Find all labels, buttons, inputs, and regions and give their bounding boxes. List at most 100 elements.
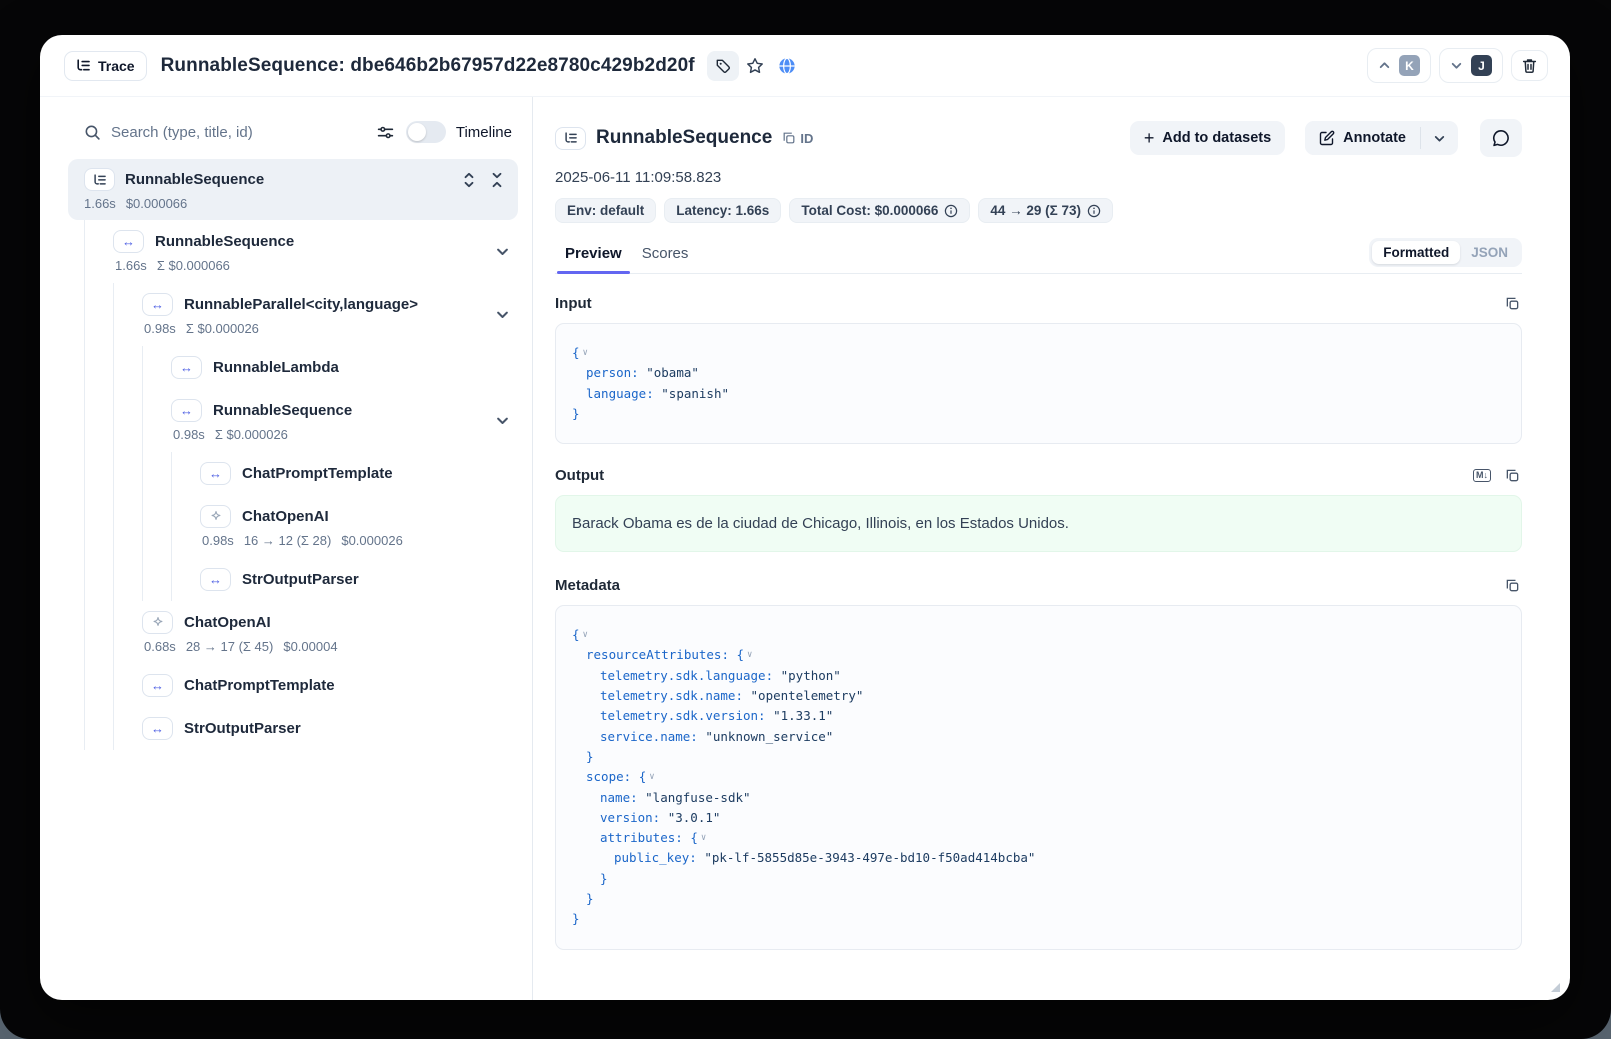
indent-guide [142, 495, 171, 558]
indent-guide [84, 389, 113, 452]
collapse-caret-icon[interactable]: ∨ [580, 348, 588, 358]
tree-node-row[interactable]: ↔ RunnableParallel<city,language> 0.98s Σ $… [68, 283, 518, 346]
public-share-button[interactable] [771, 51, 803, 81]
collapse-node-button[interactable] [491, 303, 514, 326]
pencil-square-icon [1319, 130, 1335, 146]
indent-guide [84, 220, 113, 283]
tree-node-row[interactable]: ↔ChatPromptTemplate [68, 664, 518, 707]
node-cost: $0.000026 [341, 533, 402, 548]
add-to-datasets-button[interactable]: + Add to datasets [1130, 121, 1285, 155]
unfold-vertical-icon [462, 172, 476, 188]
indent-guide [113, 664, 142, 707]
node-cost: $0.00004 [283, 639, 337, 654]
node-tokens: 28 → 17 (Σ 45) [186, 639, 274, 654]
next-trace-button[interactable]: J [1439, 48, 1503, 83]
info-icon[interactable] [944, 204, 958, 218]
search-icon [84, 124, 101, 141]
input-json-viewer: {∨person: "obama"language: "spanish"} [555, 323, 1522, 444]
tree-node-row[interactable]: ChatOpenAI0.68s28 → 17 (Σ 45)$0.00004 [68, 601, 518, 664]
tab-scores[interactable]: Scores [632, 237, 699, 273]
node-latency: 0.98s [202, 533, 234, 548]
indent-guide [113, 601, 142, 664]
metadata-section-title: Metadata [555, 577, 620, 594]
timeline-toggle[interactable] [406, 121, 446, 143]
observation-detail-panel: RunnableSequence ID + Add to datasets [533, 97, 1570, 1000]
collapse-caret-icon[interactable]: ∨ [744, 650, 752, 660]
collapse-caret-icon[interactable]: ∨ [698, 833, 706, 843]
metrics-badges: Env: default Latency: 1.66s Total Cost: … [555, 198, 1522, 223]
format-toggle: Formatted JSON [1369, 238, 1522, 267]
span-icon: ↔ [200, 462, 231, 485]
format-json-option[interactable]: JSON [1460, 241, 1519, 264]
tree-node-row[interactable]: ↔RunnableLambda [68, 346, 518, 389]
indent-guide [142, 452, 171, 495]
indent-guide [113, 346, 142, 389]
tree-node-row[interactable]: ↔RunnableSequence1.66sΣ $0.000066 [68, 220, 518, 283]
tree-node-label: RunnableParallel<city,language> [184, 296, 418, 313]
collapse-node-button[interactable] [491, 240, 514, 263]
search-input[interactable] [111, 124, 365, 141]
collapse-caret-icon[interactable]: ∨ [580, 630, 588, 640]
shortcut-key-j: J [1471, 55, 1492, 76]
tree-root-row[interactable]: RunnableSequence 1.6 [68, 159, 518, 220]
env-badge: Env: default [555, 198, 656, 223]
tree-node-label: StrOutputParser [184, 720, 301, 737]
delete-trace-button[interactable] [1511, 50, 1548, 81]
tags-button[interactable] [707, 51, 739, 81]
tree-list-icon [76, 59, 91, 72]
indent-guide [113, 452, 142, 495]
info-icon[interactable] [1087, 204, 1101, 218]
fold-vertical-icon [490, 172, 504, 188]
observation-tree-icon [555, 127, 586, 150]
copy-icon [1505, 468, 1520, 483]
span-icon: ↔ [113, 230, 144, 253]
tree-node-row[interactable]: ↔RunnableSequence0.98sΣ $0.000026 [68, 389, 518, 452]
token-usage-badge: 44 → 29 (Σ 73) [978, 198, 1113, 223]
annotate-button[interactable]: Annotate [1305, 121, 1420, 155]
tree-node-row[interactable]: ChatOpenAI0.98s16 → 12 (Σ 28)$0.000026 [68, 495, 518, 558]
span-icon: ↔ [142, 293, 173, 316]
filter-settings-button[interactable] [375, 122, 396, 143]
trace-badge-label: Trace [98, 58, 135, 74]
node-latency: 1.66s [115, 258, 147, 273]
indent-guide [113, 558, 142, 601]
tab-preview[interactable]: Preview [555, 237, 632, 273]
indent-guide [142, 389, 171, 452]
tree-node-row[interactable]: ↔StrOutputParser [68, 707, 518, 750]
copy-id-button[interactable]: ID [782, 131, 813, 146]
chevron-down-icon [1450, 59, 1463, 72]
collapse-all-button[interactable] [488, 170, 506, 190]
prev-trace-button[interactable]: K [1367, 48, 1431, 83]
copy-output-button[interactable] [1503, 466, 1522, 485]
tree-root-label: RunnableSequence [125, 171, 450, 188]
tree-node-label: RunnableSequence [155, 233, 294, 250]
observation-title: RunnableSequence [596, 127, 772, 149]
collapse-node-button[interactable] [491, 409, 514, 432]
root-latency: 1.66s [84, 196, 116, 211]
tree-node-label: RunnableLambda [213, 359, 339, 376]
collapse-caret-icon[interactable]: ∨ [646, 772, 654, 782]
span-icon: ↔ [142, 674, 173, 697]
root-cost: $0.000066 [126, 196, 187, 211]
node-latency: 0.98s [173, 427, 205, 442]
bookmark-star-button[interactable] [739, 51, 771, 81]
tree-node-row[interactable]: ↔ChatPromptTemplate [68, 452, 518, 495]
markdown-toggle-button[interactable]: M↓ [1471, 467, 1493, 484]
latency-badge: Latency: 1.66s [664, 198, 781, 223]
comments-button[interactable] [1480, 119, 1522, 157]
tree-node-row[interactable]: ↔StrOutputParser [68, 558, 518, 601]
generation-sparkle-icon [142, 611, 173, 634]
resize-handle[interactable] [1551, 983, 1560, 992]
copy-input-button[interactable] [1503, 294, 1522, 313]
expand-all-button[interactable] [460, 170, 478, 190]
observation-timestamp: 2025-06-11 11:09:58.823 [555, 169, 1522, 186]
indent-guide [171, 495, 200, 558]
copy-metadata-button[interactable] [1503, 576, 1522, 595]
node-total-cost: Σ $0.000026 [186, 321, 259, 336]
indent-guide [84, 601, 113, 664]
timeline-toggle-label: Timeline [456, 124, 512, 141]
format-formatted-option[interactable]: Formatted [1372, 241, 1460, 264]
tree-node-label: StrOutputParser [242, 571, 359, 588]
annotate-dropdown-button[interactable] [1421, 121, 1458, 155]
node-latency: 0.98s [144, 321, 176, 336]
